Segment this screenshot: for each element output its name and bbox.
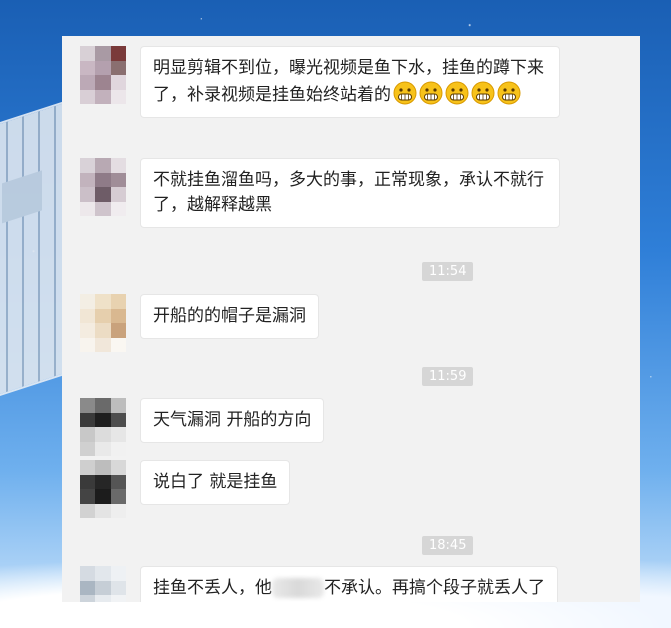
message-text: 不就挂鱼溜鱼吗，多大的事，正常现象，承认不就行了，越解释越黑 (153, 170, 544, 215)
redacted-name (272, 578, 324, 598)
chat-message: 挂鱼不丢人，他 不承认。再搞个段子就丢人了 (62, 566, 558, 602)
message-text: 挂鱼不丢人，他 (153, 578, 272, 598)
timestamp: 11:54 (422, 262, 474, 281)
timestamp: 18:45 (422, 536, 474, 555)
grinning-face-emoji (419, 81, 443, 105)
chat-message: 天气漏洞 开船的方向 (62, 398, 325, 456)
chat-message: 说白了 就是挂鱼 (62, 460, 291, 518)
grinning-face-emoji (471, 81, 495, 105)
grinning-face-emoji (393, 81, 417, 105)
message-bubble[interactable]: 明显剪辑不到位，曝光视频是鱼下水，挂鱼的蹲下来了，补录视频是挂鱼始终站着的 (140, 46, 560, 118)
message-text: 天气漏洞 开船的方向 (153, 410, 312, 430)
avatar[interactable] (80, 460, 126, 518)
chat-message: 明显剪辑不到位，曝光视频是鱼下水，挂鱼的蹲下来了，补录视频是挂鱼始终站着的 (62, 46, 560, 118)
avatar[interactable] (80, 398, 126, 456)
chat-panel[interactable]: 明显剪辑不到位，曝光视频是鱼下水，挂鱼的蹲下来了，补录视频是挂鱼始终站着的 不就… (62, 36, 640, 602)
message-bubble[interactable]: 不就挂鱼溜鱼吗，多大的事，正常现象，承认不就行了，越解释越黑 (140, 158, 560, 228)
avatar[interactable] (80, 158, 126, 216)
message-text: 开船的的帽子是漏洞 (153, 306, 306, 326)
message-bubble[interactable]: 说白了 就是挂鱼 (140, 460, 291, 505)
chat-message: 不就挂鱼溜鱼吗，多大的事，正常现象，承认不就行了，越解释越黑 (62, 158, 560, 228)
timestamp: 11:59 (422, 367, 474, 386)
message-text: 不承认。再搞个段子就丢人了 (324, 578, 545, 598)
avatar[interactable] (80, 294, 126, 352)
message-bubble[interactable]: 开船的的帽子是漏洞 (140, 294, 319, 339)
message-text: 说白了 就是挂鱼 (153, 472, 278, 492)
message-bubble[interactable]: 挂鱼不丢人，他 不承认。再搞个段子就丢人了 (140, 566, 558, 602)
avatar[interactable] (80, 46, 126, 104)
chat-message: 开船的的帽子是漏洞 (62, 294, 319, 352)
grinning-face-emoji (445, 81, 469, 105)
message-bubble[interactable]: 天气漏洞 开船的方向 (140, 398, 325, 443)
grinning-face-emoji (497, 81, 521, 105)
avatar[interactable] (80, 566, 126, 602)
